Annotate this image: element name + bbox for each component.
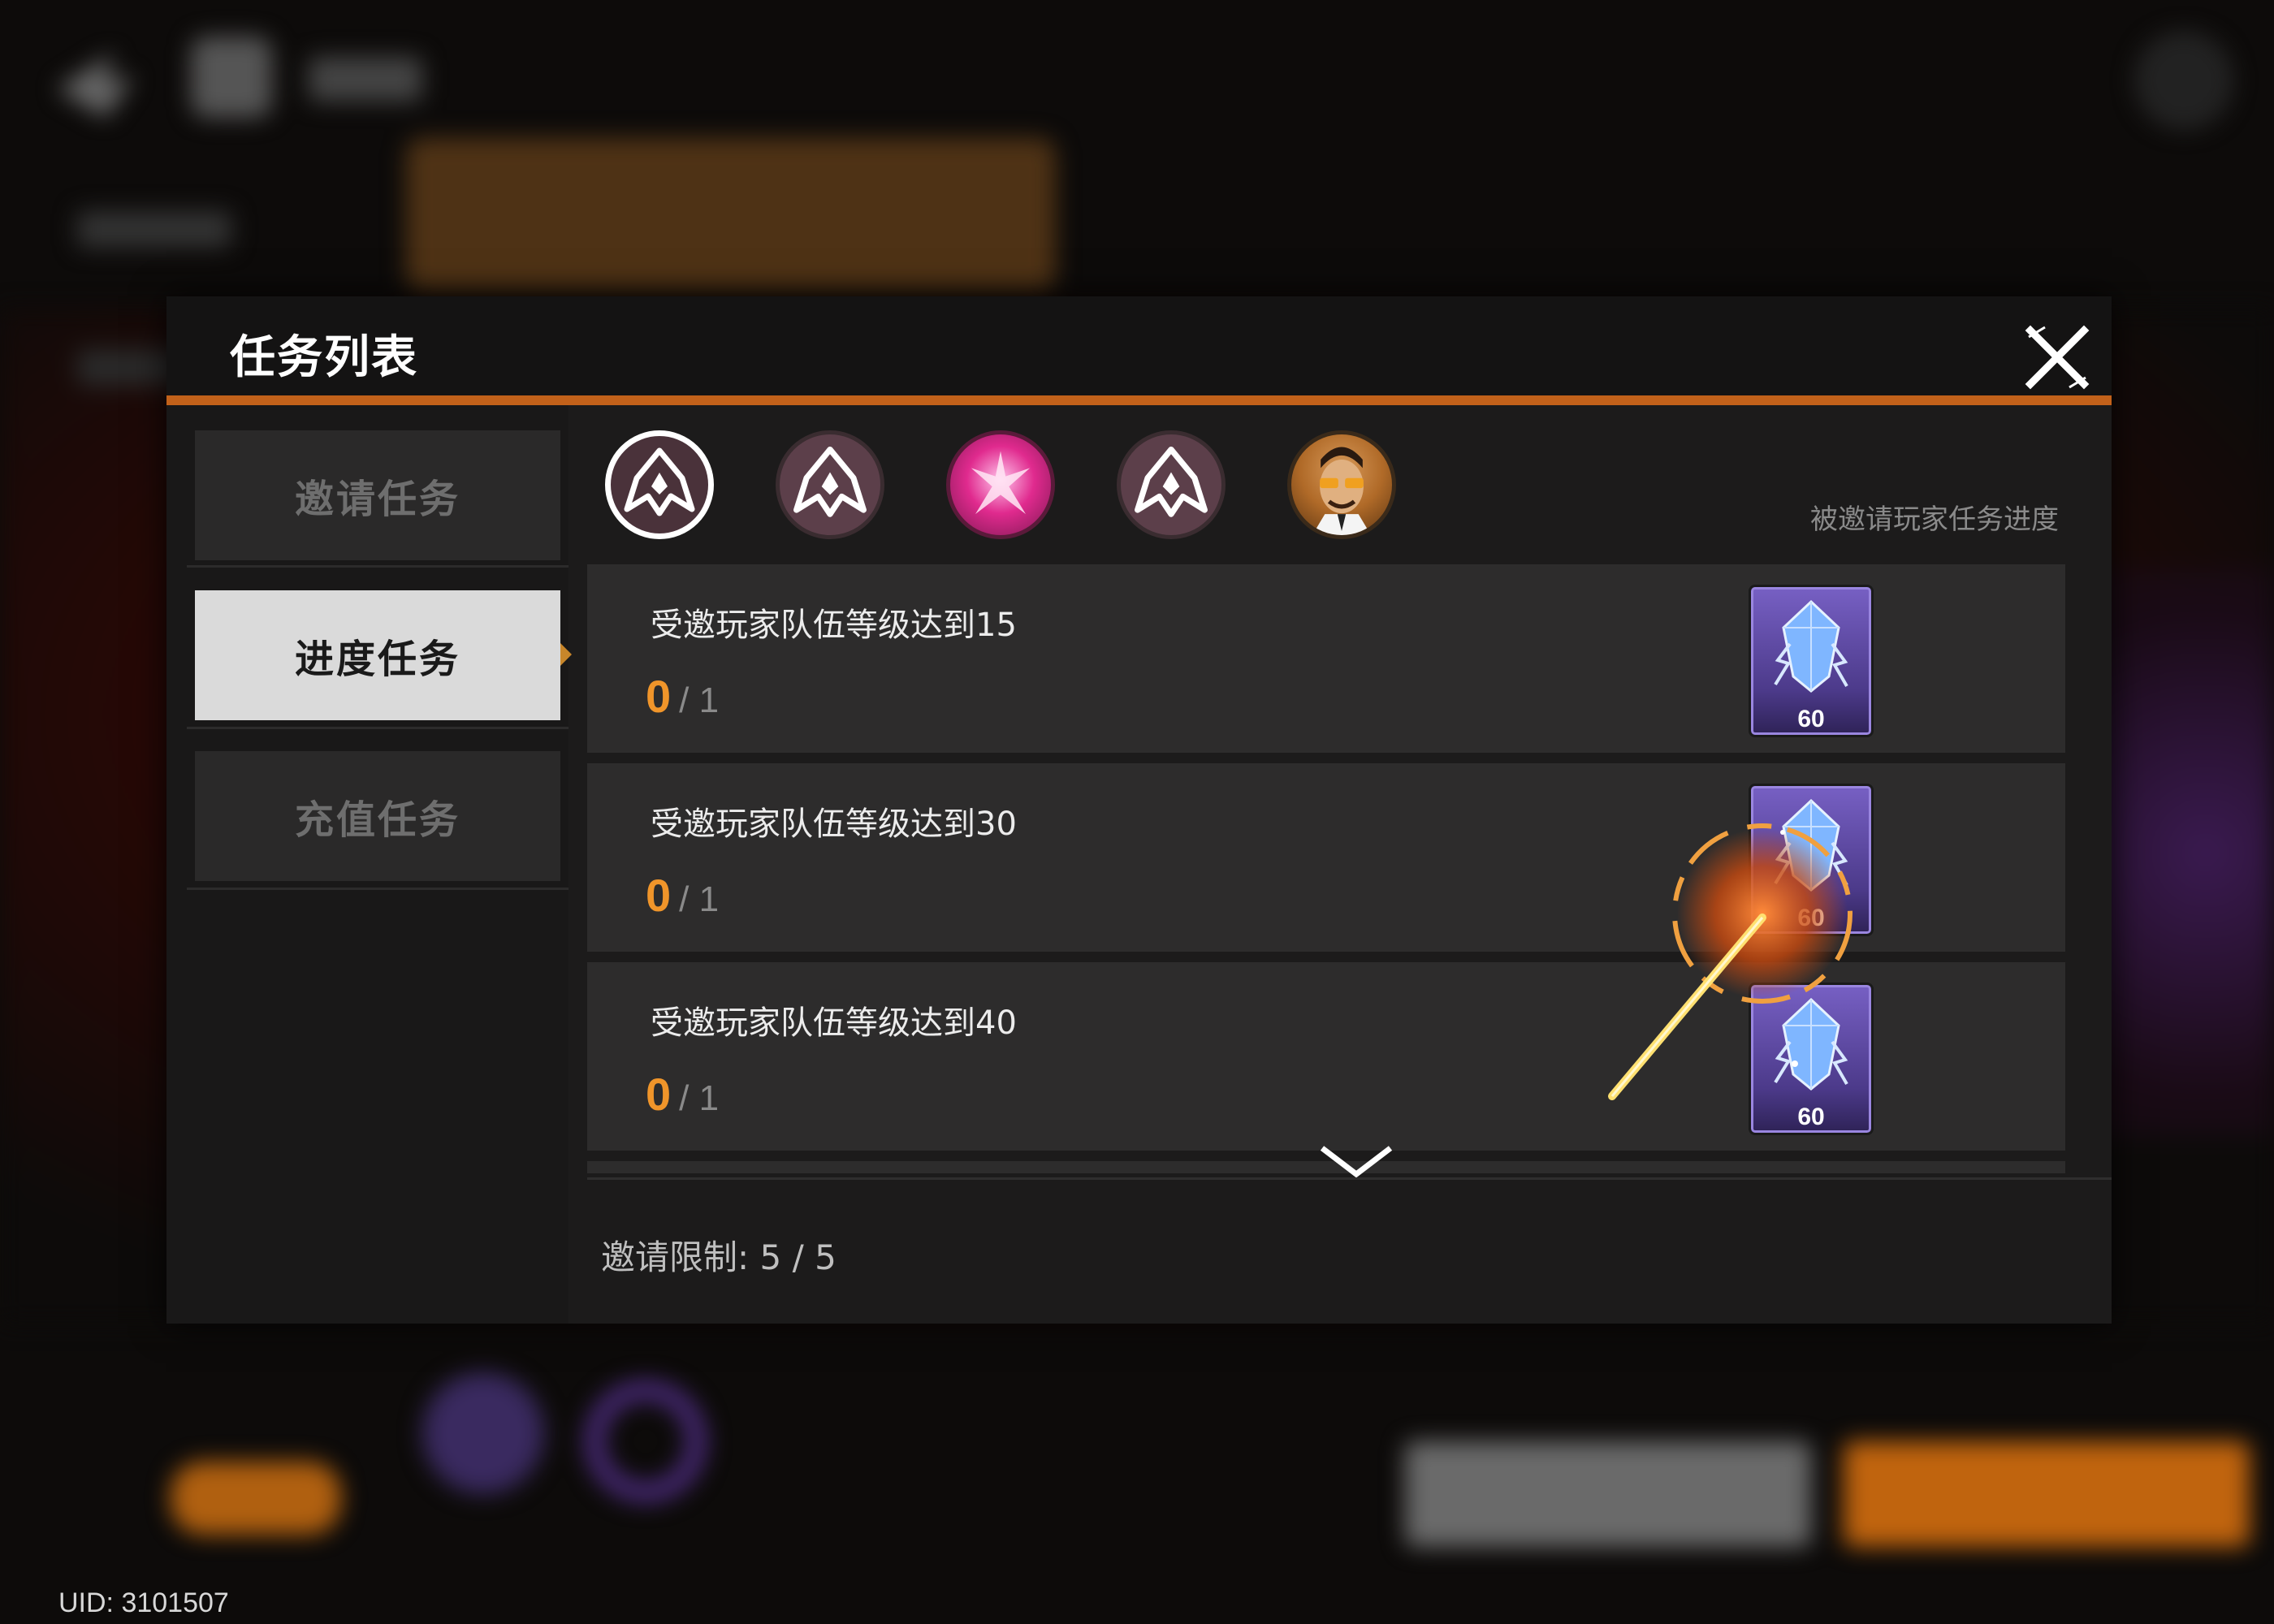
invited-player-progress-label: 被邀请玩家任务进度 — [1810, 503, 2059, 536]
task-total: / 1 — [679, 879, 720, 919]
purple-crystal-icon — [1774, 997, 1848, 1091]
reward-count: 60 — [1797, 1104, 1825, 1130]
invited-player-avatar-1[interactable] — [605, 430, 714, 539]
task-list-modal: 任务列表 邀请任务 进度任务 充值任务 被邀请玩家任务进度 受邀玩家队伍等级达到… — [166, 296, 2112, 1324]
uid-label: UID: 3101507 — [58, 1587, 229, 1618]
tab-recharge-tasks[interactable]: 充值任务 — [195, 751, 560, 881]
modal-title: 任务列表 — [230, 331, 418, 384]
modal-header — [166, 296, 2112, 398]
task-row: 受邀玩家队伍等级达到40 0/ 1 60 — [587, 962, 2065, 1151]
reward-count: 60 — [1797, 706, 1825, 732]
invited-player-avatar-2[interactable] — [776, 430, 884, 539]
reward-item[interactable]: 60 — [1749, 585, 1874, 737]
task-row: 受邀玩家队伍等级达到15 0/ 1 60 — [587, 564, 2065, 753]
tab-invite-tasks[interactable]: 邀请任务 — [195, 430, 560, 560]
reward-item[interactable]: 60 — [1749, 784, 1874, 936]
task-name: 受邀玩家队伍等级达到15 — [651, 607, 1017, 644]
tab-progress-tasks[interactable]: 进度任务 — [195, 590, 572, 720]
character-portrait-sunglasses — [1312, 447, 1372, 535]
invited-player-avatar-4[interactable] — [1117, 430, 1226, 539]
task-progress: 0/ 1 — [646, 870, 720, 921]
help-icon — [2136, 32, 2232, 128]
home-icon — [191, 37, 272, 118]
faction-emblem-icon — [1135, 446, 1208, 517]
task-name: 受邀玩家队伍等级达到30 — [651, 806, 1017, 843]
reward-count: 60 — [1797, 905, 1825, 931]
faction-emblem-icon — [624, 447, 695, 516]
invited-player-avatar-5[interactable] — [1287, 430, 1396, 539]
task-progress: 0/ 1 — [646, 1069, 720, 1120]
task-name: 受邀玩家队伍等级达到40 — [651, 1004, 1017, 1042]
close-icon[interactable] — [2021, 321, 2094, 394]
task-list: 受邀玩家队伍等级达到15 0/ 1 60 受邀玩家队伍等级达到30 0/ 1 6… — [587, 564, 2065, 1173]
task-total: / 1 — [679, 1078, 720, 1118]
event-title-banner — [406, 138, 1056, 292]
list-bottom-divider — [587, 1177, 2112, 1180]
back-arrow-icon — [57, 53, 134, 118]
header-divider — [166, 395, 2112, 405]
task-progress: 0/ 1 — [646, 671, 720, 722]
invited-player-avatar-3[interactable] — [946, 430, 1055, 539]
purple-crystal-icon — [1774, 798, 1848, 892]
reward-item[interactable]: 60 — [1749, 983, 1874, 1135]
purple-crystal-icon — [1774, 599, 1848, 693]
pink-character-portrait — [971, 451, 1031, 515]
task-row: 受邀玩家队伍等级达到30 0/ 1 60 — [587, 763, 2065, 952]
faction-emblem-icon — [793, 446, 867, 517]
invite-limit-label: 邀请限制: 5 / 5 — [601, 1237, 837, 1277]
task-total: / 1 — [679, 680, 720, 720]
